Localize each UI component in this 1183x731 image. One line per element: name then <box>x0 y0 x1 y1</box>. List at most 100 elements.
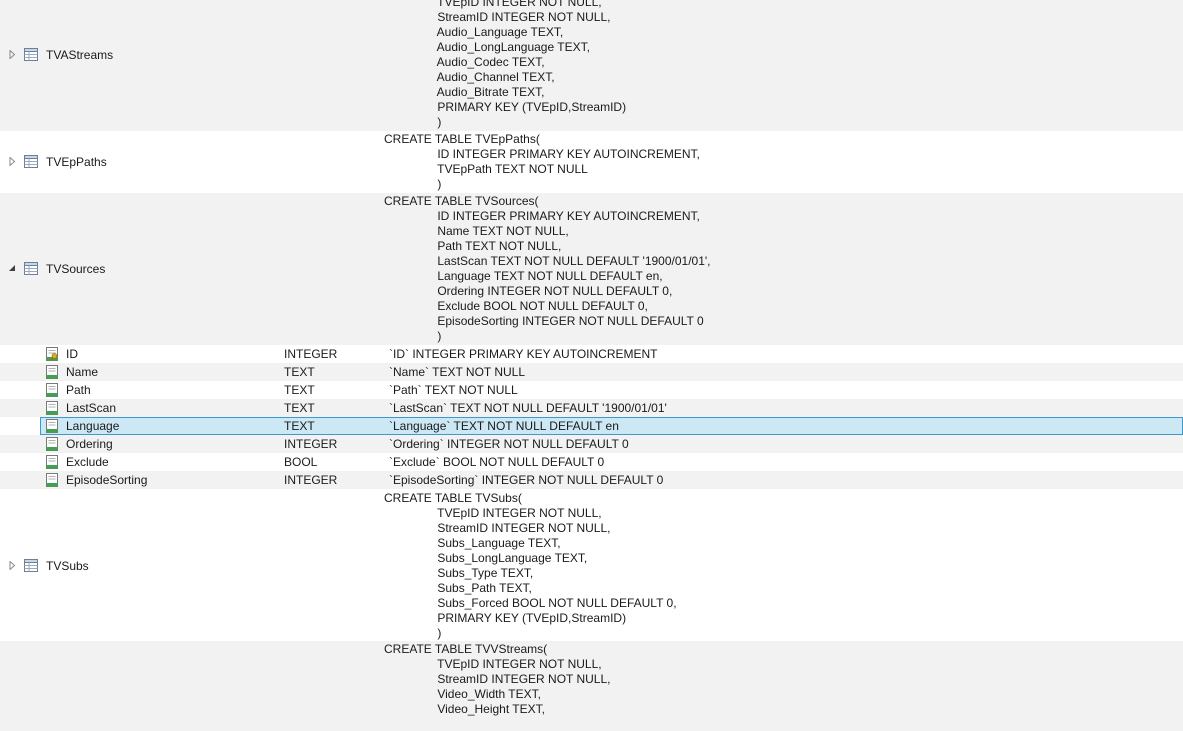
column-icon <box>45 437 59 451</box>
column-schema: `Path` TEXT NOT NULL <box>389 383 518 397</box>
column-type: TEXT <box>284 383 315 397</box>
expand-triangle-icon[interactable] <box>8 50 17 59</box>
table-name: TVEpPaths <box>46 155 107 169</box>
sql-line: StreamID INTEGER NOT NULL, <box>384 10 611 24</box>
column-row[interactable]: ID INTEGER `ID` INTEGER PRIMARY KEY AUTOIN… <box>0 345 1183 363</box>
expand-triangle-icon[interactable] <box>8 157 17 166</box>
column-type: TEXT <box>284 419 315 433</box>
table-name: TVSources <box>46 262 106 276</box>
column-name: EpisodeSorting <box>66 473 148 487</box>
column-type: TEXT <box>284 365 315 379</box>
sql-line: Audio_Channel TEXT, <box>384 70 555 84</box>
column-schema: `EpisodeSorting` INTEGER NOT NULL DEFAUL… <box>389 473 664 487</box>
table-sql: CREATE TABLE TVEpPaths( ID INTEGER PRIMA… <box>384 132 700 192</box>
table-icon <box>24 262 38 275</box>
sql-line: Subs_LongLanguage TEXT, <box>384 551 588 565</box>
column-row[interactable]: Path TEXT `Path` TEXT NOT NULL <box>0 381 1183 399</box>
sql-line: ) <box>384 177 442 191</box>
column-icon <box>45 419 59 433</box>
table-icon <box>24 48 38 61</box>
table-name: TVAStreams <box>46 48 114 62</box>
table-row[interactable]: TVEpID INTEGER NOT NULL, StreamID INTEGE… <box>0 0 1183 131</box>
sql-line: TVEpPath TEXT NOT NULL <box>384 162 588 176</box>
column-schema: `Ordering` INTEGER NOT NULL DEFAULT 0 <box>389 437 629 451</box>
sql-line: ID INTEGER PRIMARY KEY AUTOINCREMENT, <box>384 209 700 223</box>
column-type: INTEGER <box>284 347 338 361</box>
column-name: Ordering <box>66 437 113 451</box>
sql-line: CREATE TABLE TVSubs( <box>384 491 522 505</box>
expand-triangle-icon[interactable] <box>8 560 17 570</box>
column-type: INTEGER <box>284 473 338 487</box>
column-name: Name <box>66 365 99 379</box>
sql-line: StreamID INTEGER NOT NULL, <box>384 672 611 686</box>
column-row[interactable]: Language TEXT `Language` TEXT NOT NULL DEF… <box>40 417 1183 435</box>
table-icon <box>24 558 38 572</box>
sql-line: TVEpID INTEGER NOT NULL, <box>384 0 602 9</box>
sql-line: PRIMARY KEY (TVEpID,StreamID) <box>384 100 627 114</box>
sql-line: TVEpID INTEGER NOT NULL, <box>384 657 602 671</box>
sql-line: Video_Width TEXT, <box>384 687 541 701</box>
table-row[interactable]: CREATE TABLE TVSources( ID INTEGER PRIMA… <box>0 193 1183 345</box>
sql-line: Audio_Language TEXT, <box>384 25 564 39</box>
collapse-triangle-icon[interactable] <box>8 264 17 273</box>
column-row[interactable]: LastScan TEXT `LastScan` TEXT NOT NULL DEF… <box>0 399 1183 417</box>
column-icon <box>45 365 59 379</box>
sql-line: ID INTEGER PRIMARY KEY AUTOINCREMENT, <box>384 147 700 161</box>
sql-line: Subs_Forced BOOL NOT NULL DEFAULT 0, <box>384 596 677 610</box>
table-sql: CREATE TABLE TVSources( ID INTEGER PRIMA… <box>384 194 711 344</box>
sql-line: CREATE TABLE TVEpPaths( <box>384 132 540 146</box>
sql-line: ) <box>384 329 442 343</box>
sql-line: Audio_Codec TEXT, <box>384 55 545 69</box>
table-row[interactable]: CREATE TABLE TVVStreams( TVEpID INTEGER … <box>0 641 1183 731</box>
column-name: LastScan <box>66 401 117 415</box>
sql-line: ) <box>384 626 442 640</box>
sql-line: CREATE TABLE TVSources( <box>384 194 539 208</box>
sql-line: Audio_LongLanguage TEXT, <box>384 40 590 54</box>
column-type: TEXT <box>284 401 315 415</box>
sql-line: Subs_Type TEXT, <box>384 566 534 580</box>
sql-line: Ordering INTEGER NOT NULL DEFAULT 0, <box>384 284 673 298</box>
sql-line: Exclude BOOL NOT NULL DEFAULT 0, <box>384 299 648 313</box>
column-row[interactable]: Name TEXT `Name` TEXT NOT NULL <box>0 363 1183 381</box>
sql-line: PRIMARY KEY (TVEpID,StreamID) <box>384 611 627 625</box>
column-name: ID <box>66 347 78 361</box>
column-row[interactable]: Ordering INTEGER `Ordering` INTEGER NOT NU… <box>0 435 1183 453</box>
column-icon <box>45 455 59 469</box>
sql-line: Subs_Language TEXT, <box>384 536 561 550</box>
table-sql: CREATE TABLE TVSubs( TVEpID INTEGER NOT … <box>384 491 677 641</box>
table-icon <box>24 155 38 168</box>
sql-line: CREATE TABLE TVVStreams( <box>384 642 548 656</box>
sql-line: Name TEXT NOT NULL, <box>384 224 569 238</box>
column-schema: `Exclude` BOOL NOT NULL DEFAULT 0 <box>389 455 605 469</box>
column-type: INTEGER <box>284 437 338 451</box>
column-icon <box>45 383 59 397</box>
column-row[interactable]: Exclude BOOL `Exclude` BOOL NOT NULL DEFAU… <box>0 453 1183 471</box>
sql-line: Audio_Bitrate TEXT, <box>384 85 545 99</box>
column-icon <box>45 401 59 415</box>
table-row[interactable]: CREATE TABLE TVSubs( TVEpID INTEGER NOT … <box>0 490 1183 641</box>
column-name: Path <box>66 383 91 397</box>
key-column-icon <box>45 347 59 361</box>
sql-line: StreamID INTEGER NOT NULL, <box>384 521 611 535</box>
column-schema: `ID` INTEGER PRIMARY KEY AUTOINCREMENT <box>389 347 658 361</box>
column-name: Exclude <box>66 455 109 469</box>
sql-line: Path TEXT NOT NULL, <box>384 239 562 253</box>
table-sql: CREATE TABLE TVVStreams( TVEpID INTEGER … <box>384 642 611 717</box>
column-icon <box>45 473 59 487</box>
sql-line: LastScan TEXT NOT NULL DEFAULT '1900/01/… <box>384 254 711 268</box>
column-schema: `LastScan` TEXT NOT NULL DEFAULT '1900/0… <box>389 401 667 415</box>
column-type: BOOL <box>284 455 318 469</box>
table-sql: TVEpID INTEGER NOT NULL, StreamID INTEGE… <box>384 0 626 130</box>
column-schema: `Language` TEXT NOT NULL DEFAULT en <box>389 419 619 433</box>
sql-line: Subs_Path TEXT, <box>384 581 532 595</box>
column-schema: `Name` TEXT NOT NULL <box>389 365 526 379</box>
column-name: Language <box>66 419 120 433</box>
sql-line: ) <box>384 115 442 129</box>
sql-line: TVEpID INTEGER NOT NULL, <box>384 506 602 520</box>
table-name: TVSubs <box>46 558 89 573</box>
table-row[interactable]: CREATE TABLE TVEpPaths( ID INTEGER PRIMA… <box>0 131 1183 193</box>
sql-line: Language TEXT NOT NULL DEFAULT en, <box>384 269 663 283</box>
column-row[interactable]: EpisodeSorting INTEGER `EpisodeSorting` IN… <box>0 471 1183 489</box>
sql-line: EpisodeSorting INTEGER NOT NULL DEFAULT … <box>384 314 704 328</box>
sql-line: Video_Height TEXT, <box>384 702 545 716</box>
